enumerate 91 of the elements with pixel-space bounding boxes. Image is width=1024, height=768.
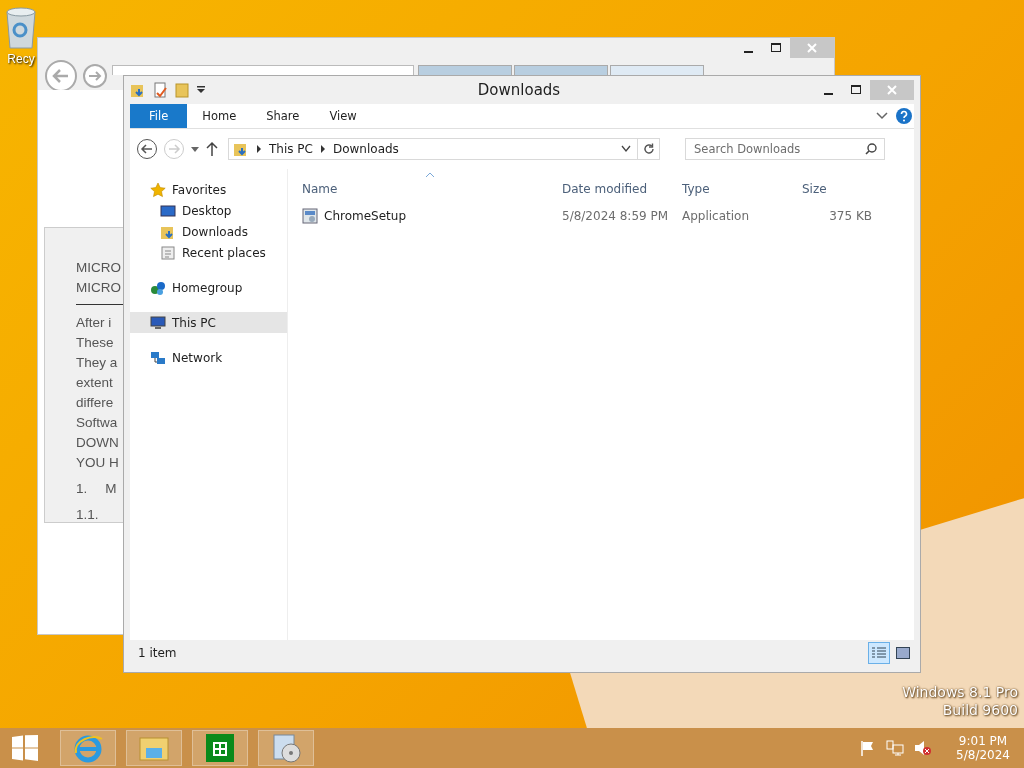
column-header[interactable]: Name	[302, 182, 562, 196]
up-arrow-icon[interactable]	[205, 141, 219, 157]
windows-edition-text: Windows 8.1 Pro	[902, 684, 1018, 700]
nav-item[interactable]: Homegroup	[130, 277, 287, 298]
recycle-bin-icon[interactable]	[3, 6, 39, 50]
close-icon	[887, 85, 897, 95]
paragraph-text: After i	[76, 314, 112, 332]
nav-item-label: Desktop	[182, 203, 232, 218]
paragraph-text: Softwa	[76, 414, 118, 432]
paragraph-text: DOWN	[76, 434, 119, 452]
paragraph-text: YOU H	[76, 454, 119, 472]
folder-icon[interactable]	[130, 82, 146, 98]
dropdown-icon[interactable]	[196, 85, 206, 95]
installer-icon[interactable]	[302, 208, 318, 224]
column-header[interactable]: Type	[682, 182, 802, 196]
nav-item[interactable]: Favorites	[130, 179, 287, 200]
nav-item-label: Favorites	[172, 182, 227, 197]
forward-icon[interactable]	[82, 63, 108, 89]
maximize-icon	[771, 43, 781, 53]
nav-item[interactable]: Desktop	[130, 200, 287, 221]
address-bar[interactable]: This PC Downloads	[228, 138, 638, 160]
window-title: Downloads	[476, 81, 562, 99]
homegroup-icon	[150, 279, 166, 296]
ribbon-tab[interactable]: View	[314, 104, 372, 128]
folder-icon	[138, 734, 170, 762]
column-header[interactable]: Date modified	[562, 182, 682, 196]
nav-item[interactable]: Network	[130, 347, 287, 368]
list-number: 1.	[76, 480, 88, 498]
address-bar[interactable]	[112, 65, 414, 75]
paragraph-text: differe	[76, 394, 114, 412]
nav-item[interactable]: This PC	[130, 312, 287, 333]
file-name[interactable]: ChromeSetup	[324, 209, 406, 223]
expand-ribbon-icon[interactable]	[876, 111, 888, 121]
installer-taskbar-button[interactable]	[258, 730, 314, 766]
paragraph-text: These	[76, 334, 114, 352]
star-icon	[150, 181, 166, 198]
refresh-button[interactable]	[638, 138, 660, 160]
maximize-icon	[851, 85, 861, 95]
nav-item-label: Recent places	[182, 245, 266, 260]
network-icon	[150, 349, 166, 366]
nav-item-label: Network	[172, 350, 223, 365]
search-icon[interactable]	[865, 143, 877, 155]
file-date: 5/8/2024 8:59 PM	[562, 209, 670, 223]
windows-edition-text: Build 9600	[942, 702, 1018, 718]
chevron-icon[interactable]	[319, 145, 326, 153]
store-icon	[206, 734, 234, 762]
muted-speaker-icon[interactable]	[914, 740, 933, 756]
paragraph-text: They a	[76, 354, 118, 372]
nav-item[interactable]: Downloads	[130, 221, 287, 242]
breadcrumb-item[interactable]: This PC	[269, 142, 313, 156]
desktop-icon	[160, 202, 176, 219]
minimize-icon	[743, 51, 753, 53]
search-field[interactable]: Search Downloads	[685, 138, 885, 160]
nav-item-label: Downloads	[182, 224, 248, 239]
back-icon[interactable]	[136, 138, 158, 160]
nav-item[interactable]: Recent places	[130, 242, 287, 263]
store-taskbar-button[interactable]	[192, 730, 248, 766]
status-text: 1 item	[138, 646, 177, 660]
details-view-icon	[872, 647, 886, 659]
browser-tab[interactable]	[610, 65, 704, 76]
recent-locations-icon[interactable]	[190, 145, 200, 153]
network-icon[interactable]	[886, 740, 905, 756]
list-number: 1.1.	[76, 506, 99, 524]
file-type: Application	[682, 209, 751, 223]
ribbon-tab[interactable]: File	[130, 104, 188, 128]
minimize-icon	[823, 93, 833, 95]
new-folder-icon[interactable]	[174, 82, 190, 98]
heading-text: MICRO	[76, 259, 121, 277]
nav-item-label: This PC	[172, 315, 216, 330]
help-icon[interactable]	[896, 108, 912, 124]
start-icon[interactable]	[12, 735, 38, 761]
properties-icon[interactable]	[152, 82, 168, 98]
heading-text: MICRO	[76, 279, 121, 297]
thumbnails-view-icon	[896, 647, 910, 659]
paragraph-text: extent	[76, 374, 113, 392]
nav-item-label: Homegroup	[172, 280, 243, 295]
list-item-text: M	[105, 480, 117, 498]
close-icon	[807, 43, 817, 53]
file-size: 375 KB	[828, 209, 872, 223]
breadcrumb-item[interactable]: Downloads	[332, 142, 399, 156]
folder-icon	[233, 141, 249, 157]
column-header[interactable]: Size	[802, 182, 872, 196]
chevron-icon[interactable]	[256, 145, 262, 153]
dropdown-icon[interactable]	[621, 145, 631, 153]
installer-icon	[271, 733, 301, 763]
ribbon-tab[interactable]: Home	[187, 104, 252, 128]
ribbon-tab[interactable]: Share	[251, 104, 315, 128]
recent-places-icon	[160, 244, 176, 261]
computer-icon	[150, 314, 166, 331]
browser-icon	[73, 733, 103, 763]
refresh-icon	[642, 143, 655, 155]
